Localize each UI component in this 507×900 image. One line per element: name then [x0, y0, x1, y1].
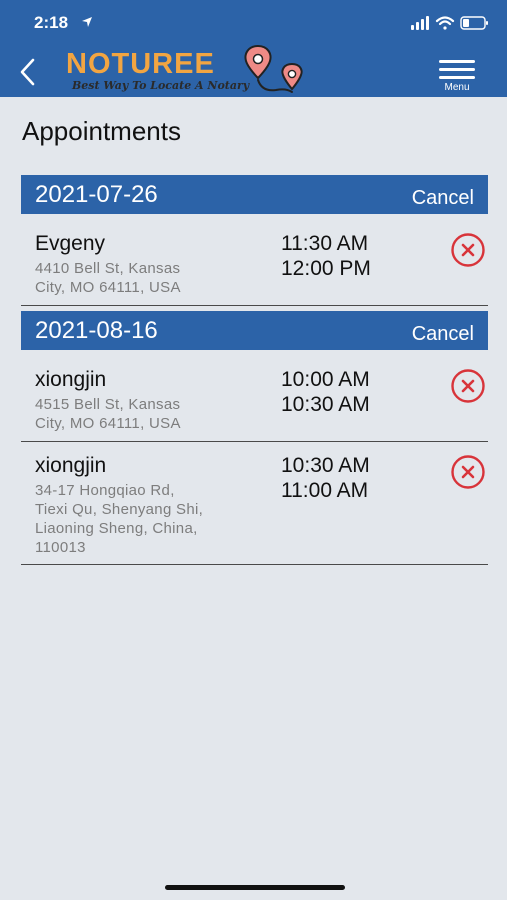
- client-name: xiongjin: [35, 454, 107, 477]
- address-line: City, MO 64111, USA: [35, 415, 181, 432]
- appointment-row: xiongjin 34-17 Hongqiao Rd, Tiexi Qu, Sh…: [21, 454, 488, 565]
- end-time: 11:00 AM: [281, 479, 369, 502]
- address-line: 4410 Bell St, Kansas: [35, 260, 181, 277]
- date-group-header: 2021-07-26 Cancel: [21, 175, 488, 214]
- start-time: 10:00 AM: [281, 368, 370, 391]
- logo-tagline: Best Way To Locate A Notary: [72, 79, 250, 92]
- battery-icon: [460, 16, 488, 30]
- close-circle-icon[interactable]: [450, 232, 486, 268]
- hamburger-menu-icon: [439, 68, 475, 71]
- cancel-group-button[interactable]: Cancel: [412, 323, 474, 346]
- address-line: Tiexi Qu, Shenyang Shi,: [35, 501, 204, 518]
- group-date: 2021-07-26: [35, 181, 158, 208]
- cancel-group-button[interactable]: Cancel: [412, 187, 474, 210]
- group-date: 2021-08-16: [35, 317, 158, 344]
- hamburger-menu-icon: [439, 60, 475, 63]
- chevron-left-icon[interactable]: [16, 56, 40, 88]
- hamburger-menu-icon: [439, 76, 475, 79]
- status-time: 2:18: [34, 13, 69, 32]
- address-line: 110013: [35, 539, 86, 556]
- wifi-icon: [435, 16, 455, 30]
- address-line: Liaoning Sheng, China,: [35, 520, 198, 537]
- address-line: City, MO 64111, USA: [35, 279, 181, 296]
- signal-icon: [411, 16, 429, 30]
- date-group-header: 2021-08-16 Cancel: [21, 311, 488, 350]
- end-time: 12:00 PM: [281, 257, 371, 280]
- client-name: Evgeny: [35, 232, 106, 255]
- start-time: 10:30 AM: [281, 454, 370, 477]
- appointment-row: xiongjin 4515 Bell St, Kansas City, MO 6…: [21, 368, 488, 442]
- appointment-address: 4515 Bell St, Kansas City, MO 64111, USA: [35, 395, 255, 433]
- menu-label: Menu: [444, 82, 470, 93]
- client-name: xiongjin: [35, 368, 107, 391]
- status-icons: [411, 16, 488, 30]
- end-time: 10:30 AM: [281, 393, 370, 416]
- start-time: 11:30 AM: [281, 232, 369, 255]
- menu-button[interactable]: Menu: [437, 58, 477, 94]
- appointment-address: 4410 Bell St, Kansas City, MO 64111, USA: [35, 259, 255, 297]
- page-title: Appointments: [22, 116, 181, 146]
- close-circle-icon[interactable]: [450, 368, 486, 404]
- appointment-address: 34-17 Hongqiao Rd, Tiexi Qu, Shenyang Sh…: [35, 481, 255, 557]
- logo-title: NOTUREE: [66, 48, 215, 80]
- close-circle-icon[interactable]: [450, 454, 486, 490]
- address-line: 34-17 Hongqiao Rd,: [35, 482, 175, 499]
- appointment-row: Evgeny 4410 Bell St, Kansas City, MO 641…: [21, 232, 488, 306]
- location-arrow-icon: [82, 17, 92, 27]
- address-line: 4515 Bell St, Kansas: [35, 396, 181, 413]
- map-pins-logo-icon: [244, 44, 303, 93]
- home-indicator[interactable]: [165, 885, 345, 890]
- app-header: 2:18 NOTUREE Best Way To Locate A Notary: [0, 0, 507, 97]
